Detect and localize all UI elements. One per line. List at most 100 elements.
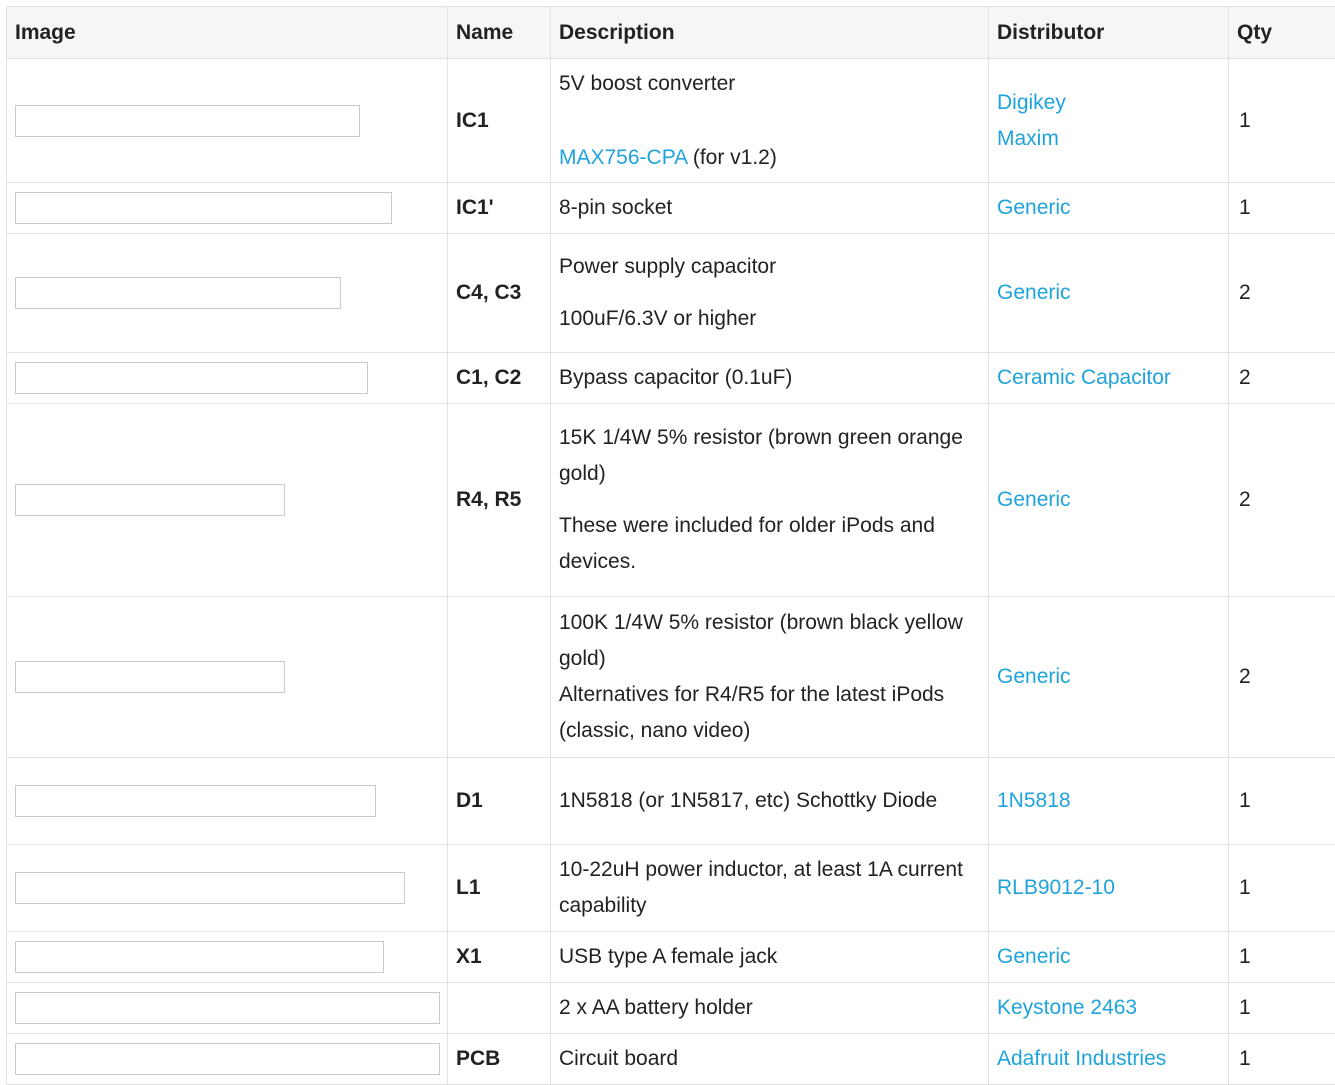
table-row: IC1' 8-pin socket Generic 1 [7,183,1335,234]
part-description: 8-pin socket [551,183,989,234]
description-line: 100K 1/4W 5% resistor (brown black yello… [559,605,980,677]
distributor-link[interactable]: Generic [997,665,1071,688]
description-line: Alternatives for R4/R5 for the latest iP… [559,677,980,749]
part-description: 1N5818 (or 1N5817, etc) Schottky Diode [551,758,989,845]
header-description: Description [551,7,989,59]
header-distributor: Distributor [989,7,1229,59]
description-suffix: (for v1.2) [687,146,777,169]
part-name: IC1' [448,183,551,234]
image-cell [7,597,448,758]
header-name: Name [448,7,551,59]
distributor-cell: Adafruit Industries [989,1034,1229,1085]
image-cell [7,353,448,404]
distributor-cell: Generic [989,404,1229,597]
part-description: 2 x AA battery holder [551,983,989,1034]
part-qty: 1 [1229,983,1335,1034]
description-line: MAX756-CPA (for v1.2) [559,140,980,176]
distributor-link[interactable]: Maxim [997,121,1220,157]
table-row: L1 10-22uH power inductor, at least 1A c… [7,845,1335,932]
distributor-cell: Keystone 2463 [989,983,1229,1034]
image-cell [7,59,448,183]
image-cell [7,1034,448,1085]
part-image [15,661,285,693]
part-description: 10-22uH power inductor, at least 1A curr… [551,845,989,932]
distributor-link[interactable]: RLB9012-10 [997,876,1115,899]
part-qty: 2 [1229,234,1335,353]
part-description: Circuit board [551,1034,989,1085]
part-name: L1 [448,845,551,932]
distributor-link[interactable]: Generic [997,196,1071,219]
part-image [15,277,341,309]
part-name: D1 [448,758,551,845]
part-name: X1 [448,932,551,983]
part-image [15,192,392,224]
part-name [448,983,551,1034]
distributor-link[interactable]: Ceramic Capacitor [997,366,1171,389]
table-row: C1, C2 Bypass capacitor (0.1uF) Ceramic … [7,353,1335,404]
part-description: 5V boost converter MAX756-CPA (for v1.2) [551,59,989,183]
part-qty: 1 [1229,932,1335,983]
distributor-link[interactable]: Digikey [997,85,1220,121]
part-image [15,872,405,904]
part-image [15,1043,440,1075]
distributor-cell: Ceramic Capacitor [989,353,1229,404]
image-cell [7,845,448,932]
part-image [15,785,376,817]
part-image [15,484,285,516]
distributor-cell: 1N5818 [989,758,1229,845]
part-name: IC1 [448,59,551,183]
part-name: R4, R5 [448,404,551,597]
distributor-link[interactable]: Generic [997,945,1071,968]
header-row: Image Name Description Distributor Qty [7,7,1335,59]
image-cell [7,983,448,1034]
description-line: Power supply capacitor [559,249,980,285]
part-qty: 1 [1229,758,1335,845]
table-row: PCB Circuit board Adafruit Industries 1 [7,1034,1335,1085]
part-description: 15K 1/4W 5% resistor (brown green orange… [551,404,989,597]
description-line: 5V boost converter [559,66,980,102]
part-qty: 2 [1229,353,1335,404]
table-row: X1 USB type A female jack Generic 1 [7,932,1335,983]
distributor-cell: Generic [989,234,1229,353]
table-row: IC1 5V boost converter MAX756-CPA (for v… [7,59,1335,183]
part-image [15,362,368,394]
description-line: These were included for older iPods and … [559,508,980,580]
part-name [448,597,551,758]
distributor-cell: Generic [989,183,1229,234]
image-cell [7,234,448,353]
part-description: Power supply capacitor 100uF/6.3V or hig… [551,234,989,353]
part-description: Bypass capacitor (0.1uF) [551,353,989,404]
distributor-cell: Generic [989,932,1229,983]
part-qty: 2 [1229,404,1335,597]
distributor-link[interactable]: Adafruit Industries [997,1047,1166,1070]
part-image [15,941,384,973]
table-row: 2 x AA battery holder Keystone 2463 1 [7,983,1335,1034]
part-description: 100K 1/4W 5% resistor (brown black yello… [551,597,989,758]
table-row: D1 1N5818 (or 1N5817, etc) Schottky Diod… [7,758,1335,845]
distributor-cell: RLB9012-10 [989,845,1229,932]
part-image [15,992,440,1024]
distributor-link[interactable]: Keystone 2463 [997,996,1137,1019]
image-cell [7,932,448,983]
distributor-cell: Digikey Maxim [989,59,1229,183]
part-description: USB type A female jack [551,932,989,983]
parts-table: Image Name Description Distributor Qty I… [6,6,1335,1085]
part-qty: 1 [1229,59,1335,183]
distributor-link[interactable]: Generic [997,281,1071,304]
part-name: PCB [448,1034,551,1085]
image-cell [7,183,448,234]
distributor-cell: Generic [989,597,1229,758]
part-qty: 1 [1229,845,1335,932]
distributor-link[interactable]: 1N5818 [997,789,1071,812]
table-row: C4, C3 Power supply capacitor 100uF/6.3V… [7,234,1335,353]
part-qty: 2 [1229,597,1335,758]
distributor-link[interactable]: Generic [997,488,1071,511]
description-line: 15K 1/4W 5% resistor (brown green orange… [559,420,980,492]
image-cell [7,404,448,597]
part-qty: 1 [1229,183,1335,234]
table-row: 100K 1/4W 5% resistor (brown black yello… [7,597,1335,758]
part-name: C4, C3 [448,234,551,353]
header-image: Image [7,7,448,59]
part-image [15,105,360,137]
datasheet-link[interactable]: MAX756-CPA [559,146,687,169]
